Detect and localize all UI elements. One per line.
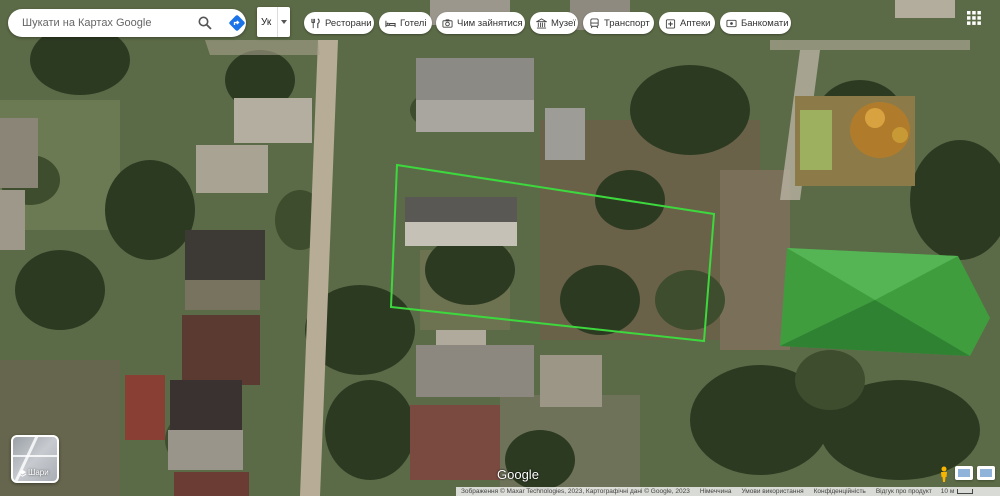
directions-icon[interactable] — [228, 14, 246, 32]
layers-button[interactable]: Шари — [11, 435, 59, 483]
layers-thumb-road — [13, 455, 57, 457]
apps-grid-icon[interactable] — [966, 10, 982, 26]
chip-restaurants[interactable]: Ресторани — [304, 12, 374, 34]
chip-label: Чим зайнятися — [457, 17, 523, 29]
museum-icon — [536, 17, 547, 29]
imagery-view-thumb — [958, 469, 970, 477]
layers-label: Шари — [28, 468, 49, 477]
chip-label: Транспорт — [604, 17, 650, 29]
chip-transit[interactable]: Транспорт — [583, 12, 654, 34]
terms-link[interactable]: Умови використання — [736, 487, 808, 496]
chip-things-to-do[interactable]: Чим зайнятися — [436, 12, 525, 34]
globe-view-button[interactable] — [977, 466, 995, 480]
search-icon[interactable] — [198, 16, 212, 30]
hotel-icon — [385, 20, 396, 27]
language-divider — [277, 7, 278, 37]
atm-icon — [726, 19, 737, 27]
search-input[interactable] — [22, 17, 182, 29]
attribution-bar: Зображення © Maxar Technologies, 2023, К… — [456, 487, 1000, 496]
transit-icon — [590, 17, 599, 28]
search-box[interactable] — [8, 9, 246, 37]
satellite-map[interactable] — [0, 0, 1000, 496]
chip-label: Аптеки — [680, 17, 711, 29]
scale-label[interactable]: 10 м — [937, 488, 955, 495]
pegman-icon[interactable] — [939, 466, 949, 482]
feedback-link[interactable]: Відгук про продукт — [871, 487, 937, 496]
imagery-view-button[interactable] — [955, 466, 973, 480]
privacy-link[interactable]: Конфіденційність — [809, 487, 871, 496]
chip-label: Готелі — [400, 17, 427, 29]
chip-label: Банкомати — [741, 17, 789, 29]
chip-label: Музеї — [551, 17, 576, 29]
camera-icon — [442, 18, 453, 28]
layers-icon — [18, 469, 27, 477]
chip-label: Ресторани — [325, 17, 372, 29]
chip-museums[interactable]: Музеї — [530, 12, 578, 34]
chevron-down-icon — [281, 20, 287, 24]
globe-view-thumb — [980, 469, 992, 477]
chip-atms[interactable]: Банкомати — [720, 12, 791, 34]
language-select[interactable]: Ук — [257, 7, 290, 37]
language-label: Ук — [261, 16, 272, 28]
scale-bar — [957, 489, 974, 494]
chip-pharmacies[interactable]: Аптеки — [659, 12, 715, 34]
chip-hotels[interactable]: Готелі — [379, 12, 432, 34]
restaurant-icon — [311, 17, 320, 28]
country-link[interactable]: Німеччина — [695, 487, 737, 496]
pharmacy-icon — [665, 18, 676, 29]
google-logo: Google — [497, 467, 539, 482]
imagery-attribution: Зображення © Maxar Technologies, 2023, К… — [461, 488, 690, 495]
